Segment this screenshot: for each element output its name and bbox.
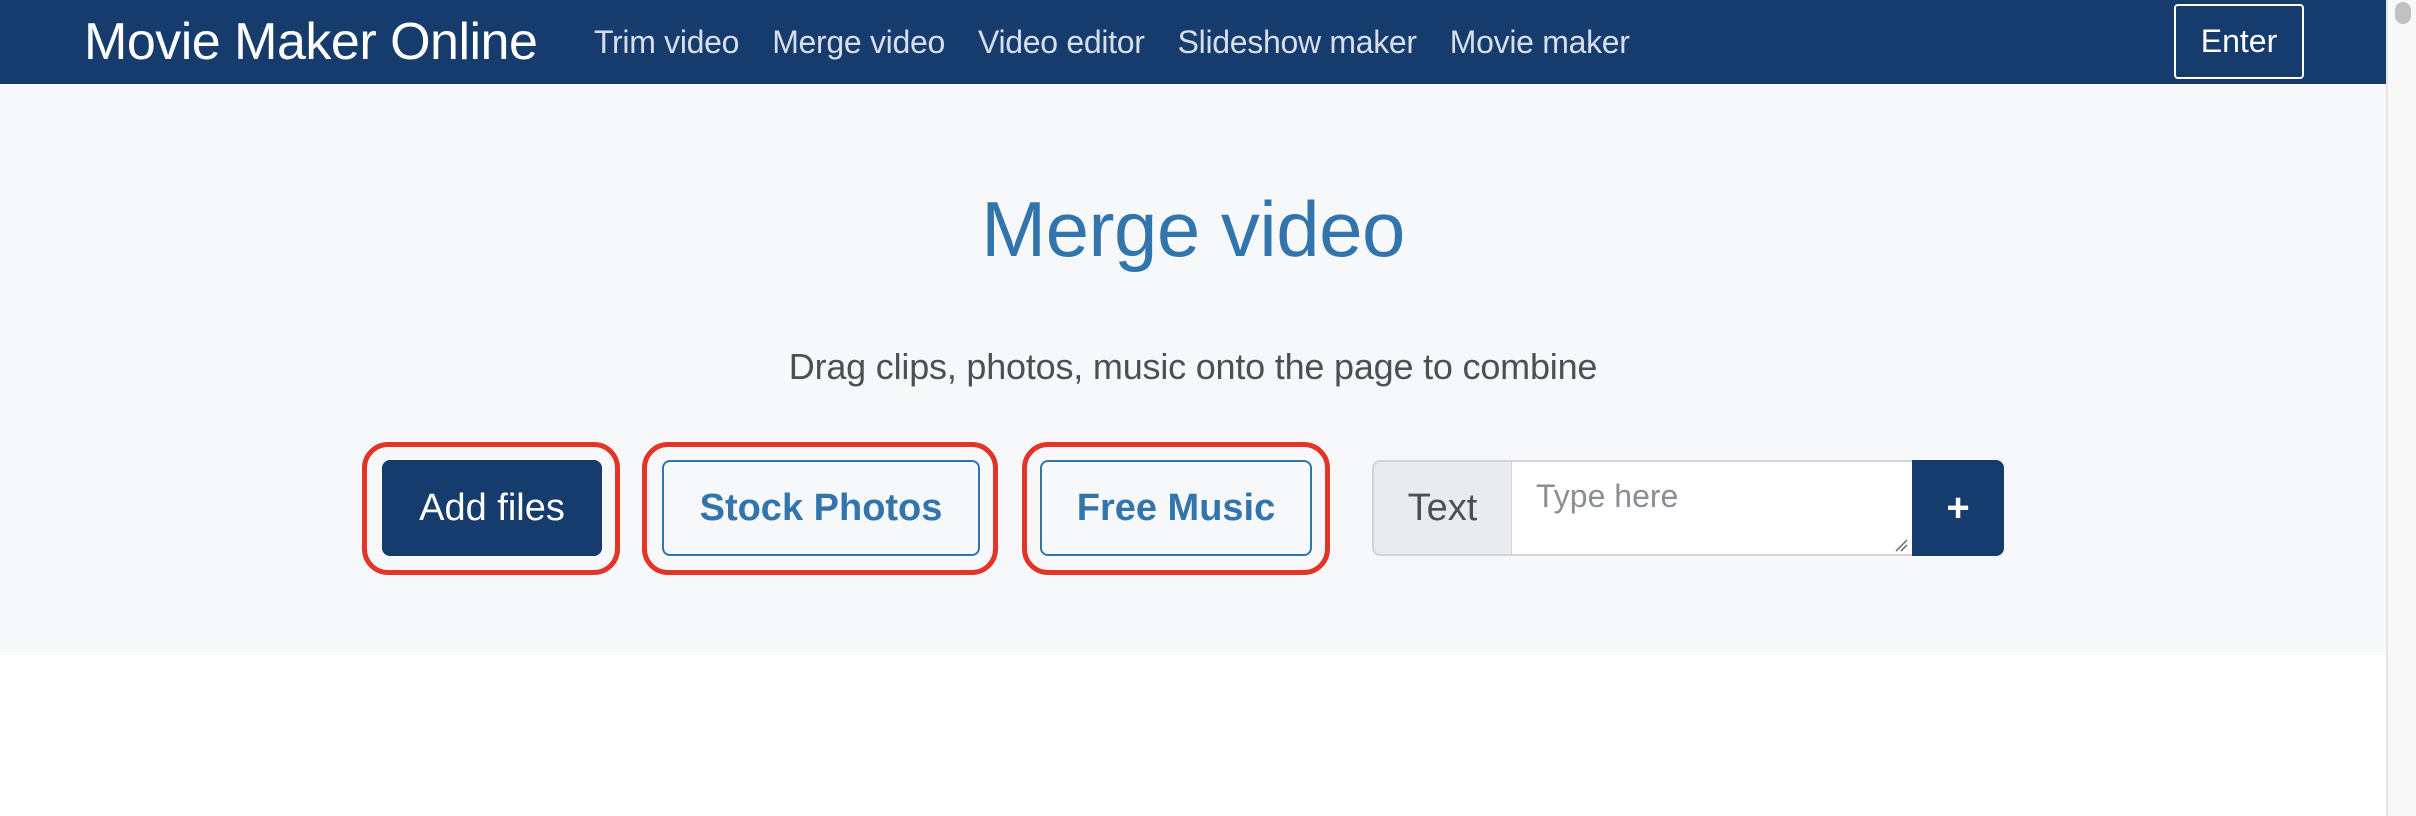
nav-links: Trim video Merge video Video editor Slid… [594, 0, 1663, 84]
plus-icon: + [1946, 485, 1970, 530]
nav-link-trim-video[interactable]: Trim video [594, 24, 739, 61]
vertical-scrollbar[interactable] [2386, 0, 2416, 816]
nav-link-video-editor[interactable]: Video editor [978, 24, 1145, 61]
add-text-button[interactable]: + [1912, 460, 2004, 556]
nav-link-slideshow-maker[interactable]: Slideshow maker [1178, 24, 1417, 61]
nav-link-movie-maker[interactable]: Movie maker [1450, 24, 1630, 61]
nav-link-merge-video[interactable]: Merge video [772, 24, 945, 61]
free-music-button[interactable]: Free Music [1040, 460, 1312, 556]
text-input-group: Text + [1372, 460, 2004, 556]
scrollbar-thumb[interactable] [2395, 2, 2411, 24]
page-title: Merge video [981, 185, 1405, 273]
resize-grip-icon[interactable] [1894, 538, 1908, 552]
stock-photos-button[interactable]: Stock Photos [662, 460, 980, 556]
hero-section: Merge video Drag clips, photos, music on… [0, 84, 2386, 652]
add-files-button[interactable]: Add files [382, 460, 602, 556]
text-input-wrapper [1512, 460, 1912, 556]
page: Movie Maker Online Trim video Merge vide… [0, 0, 2386, 816]
navbar: Movie Maker Online Trim video Merge vide… [0, 0, 2386, 84]
enter-button[interactable]: Enter [2174, 4, 2304, 79]
brand-logo-link[interactable]: Movie Maker Online [84, 12, 538, 72]
page-subtitle: Drag clips, photos, music onto the page … [788, 346, 1598, 387]
text-input-label: Text [1372, 460, 1512, 556]
text-input[interactable] [1512, 460, 1912, 556]
